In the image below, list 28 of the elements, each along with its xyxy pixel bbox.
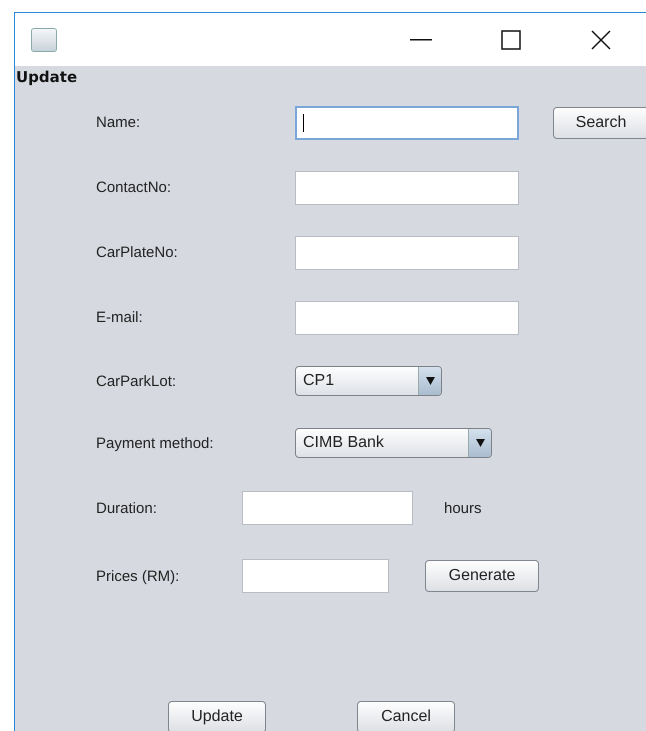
dropdown[interactable]: CIMB Bank [295, 428, 492, 458]
dropdown-arrow-icon [426, 377, 434, 385]
field-label: Prices (RM): [96, 568, 180, 584]
generate-button[interactable]: Generate [425, 560, 539, 592]
minimize-icon [410, 38, 432, 40]
field-label: E-mail: [96, 309, 144, 326]
app-icon [31, 28, 57, 52]
maximize-icon [501, 30, 521, 50]
input-field[interactable] [242, 559, 389, 593]
field-label: CarPlateNo: [96, 244, 179, 261]
search-button[interactable]: Search [553, 106, 646, 138]
input-field[interactable] [295, 236, 519, 270]
form-heading: Update [15, 67, 78, 88]
dropdown[interactable]: CP1 [295, 366, 442, 396]
field-label: CarParkLot: [96, 372, 178, 390]
field-label: Duration: [96, 500, 158, 516]
unit-label: hours [444, 500, 482, 516]
close-icon [591, 30, 611, 50]
field-label: ContactNo: [96, 179, 172, 196]
input-field[interactable] [242, 491, 413, 525]
input-field[interactable] [295, 106, 519, 140]
cancel-button[interactable]: Cancel [357, 701, 455, 731]
update-button[interactable]: Update [168, 701, 266, 731]
input-field[interactable] [295, 300, 519, 334]
dropdown-arrow-icon [476, 439, 484, 447]
input-field[interactable] [295, 170, 519, 204]
field-label: Payment method: [96, 434, 215, 452]
field-label: Name: [96, 114, 142, 131]
